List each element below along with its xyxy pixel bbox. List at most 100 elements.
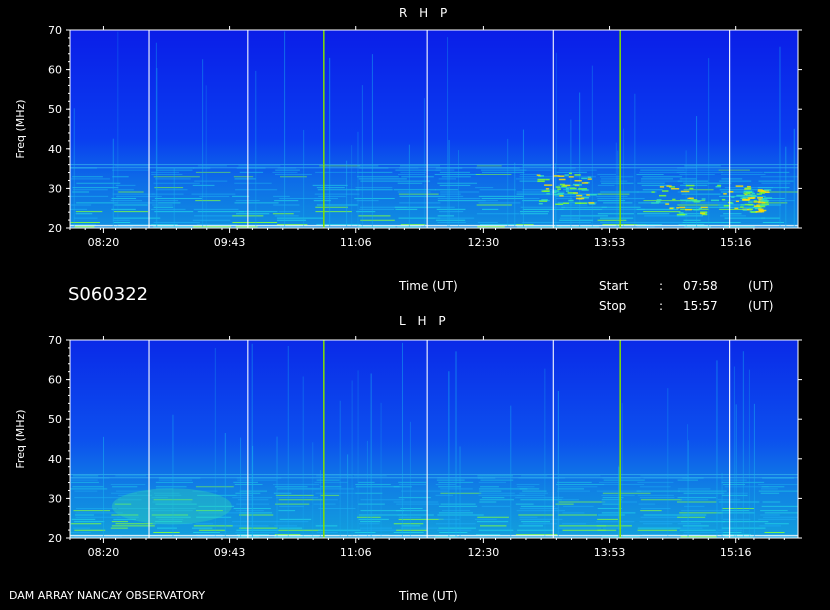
burst-patch: [688, 197, 694, 200]
burst-patch: [665, 203, 670, 205]
burst-patch: [546, 193, 550, 195]
burst-patch: [693, 208, 700, 211]
burst-patch: [568, 172, 572, 175]
x-tick-label: 12:30: [468, 236, 500, 249]
y-tick-label: 70: [48, 24, 62, 37]
y-tick-label: 20: [48, 222, 62, 235]
burst-patch: [581, 177, 588, 180]
burst-patch: [735, 200, 740, 203]
burst-patch: [538, 202, 543, 205]
burst-patch: [559, 183, 565, 186]
burst-patch: [761, 198, 765, 200]
burst-patch: [734, 207, 739, 210]
burst-patch: [746, 185, 751, 188]
burst-patch: [651, 202, 659, 204]
burst-patch: [589, 194, 597, 196]
burst-patch: [760, 200, 770, 202]
burst-patch: [676, 207, 680, 209]
x-tick-label: 15:16: [720, 236, 752, 249]
burst-patch: [756, 193, 762, 195]
burst-patch: [563, 202, 570, 205]
burst-patch: [679, 206, 686, 209]
lhp-spectrogram: 20 30 40 50 60 70 08:20 09:43 11:06 12:30 13:53 15:…: [14, 334, 802, 559]
diffuse-emission: [111, 488, 232, 525]
burst-patch: [743, 190, 753, 193]
lhp-y-axis-label: Freq (MHz): [14, 409, 27, 468]
burst-patch: [689, 187, 694, 190]
burst-patch: [678, 212, 684, 214]
burst-patch: [685, 184, 695, 187]
burst-patch: [659, 194, 667, 197]
burst-patch: [685, 208, 692, 211]
y-tick-label: 30: [48, 182, 62, 195]
burst-patch: [661, 190, 669, 192]
burst-patch: [581, 182, 589, 184]
burst-patch: [569, 187, 577, 190]
burst-patch: [736, 194, 745, 197]
burst-patch: [744, 187, 752, 190]
burst-patch: [545, 188, 550, 190]
burst-patch: [672, 198, 676, 201]
burst-patch: [710, 199, 720, 202]
spectrogram-figure: 20 30 40 50 60 70 08:20 09:43 11:06 12:30 13:53 15:…: [14, 24, 802, 559]
burst-patch: [558, 178, 566, 181]
burst-patch: [764, 197, 773, 199]
burst-patch: [748, 201, 753, 203]
burst-patch: [576, 194, 583, 197]
burst-patch: [574, 174, 581, 176]
y-tick-label: 70: [48, 334, 62, 347]
burst-patch: [745, 194, 753, 197]
burst-patch: [541, 199, 548, 201]
burst-patch: [680, 199, 688, 202]
rhp-y-axis-label: Freq (MHz): [14, 99, 27, 158]
burst-patch: [742, 196, 749, 199]
burst-patch: [537, 178, 546, 181]
burst-patch: [536, 174, 541, 176]
burst-patch: [700, 212, 706, 215]
burst-patch: [537, 180, 545, 183]
burst-patch: [553, 175, 560, 177]
burst-patch: [581, 189, 589, 191]
burst-patch: [742, 199, 750, 201]
burst-patch: [543, 190, 550, 192]
x-tick-label: 12:30: [468, 546, 500, 559]
burst-patch: [587, 176, 592, 179]
y-tick-label: 60: [48, 64, 62, 77]
burst-patch: [561, 185, 568, 188]
burst-patch: [565, 187, 569, 190]
burst-patch: [751, 192, 756, 195]
burst-patch: [758, 201, 766, 204]
x-tick-label: 13:53: [594, 236, 626, 249]
burst-patch: [651, 191, 655, 193]
rhp-spectrogram: 20 30 40 50 60 70 08:20 09:43 11:06 12:30 13:53 15:…: [14, 24, 802, 249]
burst-patch: [586, 194, 590, 196]
burst-patch: [670, 188, 680, 190]
burst-patch: [659, 186, 665, 188]
burst-patch: [666, 185, 672, 187]
burst-patch: [656, 199, 662, 201]
y-tick-label: 50: [48, 413, 62, 426]
burst-patch: [565, 190, 570, 192]
burst-patch: [723, 193, 727, 195]
burst-patch: [555, 203, 564, 206]
burst-patch: [544, 184, 553, 186]
burst-patch: [764, 189, 772, 191]
x-tick-label: 11:06: [340, 546, 372, 559]
y-tick-label: 50: [48, 103, 62, 116]
y-tick-label: 40: [48, 143, 62, 156]
x-tick-label: 08:20: [88, 546, 120, 559]
burst-patch: [557, 188, 561, 190]
x-tick-label: 08:20: [88, 236, 120, 249]
burst-patch: [588, 202, 595, 204]
burst-patch: [758, 209, 767, 212]
burst-patch: [564, 174, 570, 176]
burst-patch: [574, 202, 582, 204]
burst-patch: [572, 183, 580, 186]
burst-patch: [731, 196, 735, 198]
x-tick-label: 15:16: [720, 546, 752, 559]
burst-patch: [575, 197, 585, 200]
burst-patch: [753, 200, 758, 202]
burst-patch: [743, 192, 751, 195]
burst-patch: [748, 208, 754, 210]
burst-patch: [701, 198, 706, 200]
